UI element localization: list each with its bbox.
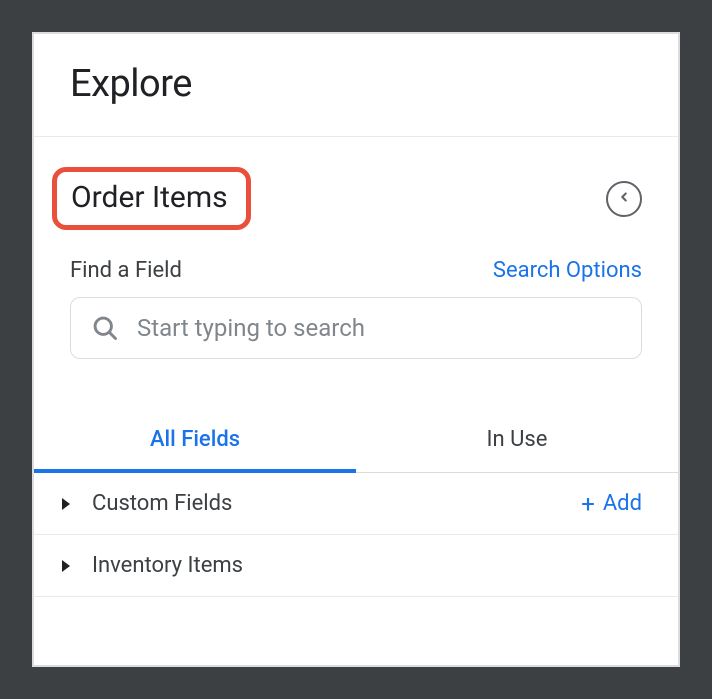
- panel-header: Explore: [34, 34, 678, 137]
- explore-panel: Explore Order Items Find a Field Search …: [32, 32, 680, 667]
- expand-arrow-icon: [62, 560, 70, 572]
- section-header-row: Order Items: [70, 167, 642, 230]
- add-label: Add: [603, 491, 642, 516]
- field-name-label: Custom Fields: [92, 491, 559, 516]
- field-name-label: Inventory Items: [92, 553, 642, 578]
- search-input[interactable]: [137, 314, 621, 342]
- search-box[interactable]: [70, 297, 642, 359]
- field-row-inventory-items[interactable]: Inventory Items: [34, 535, 678, 597]
- collapse-button[interactable]: [606, 181, 642, 217]
- page-title: Explore: [70, 62, 642, 106]
- field-row-custom-fields[interactable]: Custom Fields + Add: [34, 473, 678, 535]
- chevron-left-icon: [617, 190, 631, 207]
- search-labels: Find a Field Search Options: [70, 258, 642, 283]
- expand-arrow-icon: [62, 498, 70, 510]
- search-options-link[interactable]: Search Options: [493, 258, 642, 283]
- add-custom-field-link[interactable]: + Add: [581, 491, 642, 516]
- search-icon: [91, 314, 119, 342]
- section-title: Order Items: [71, 180, 228, 215]
- tab-in-use[interactable]: In Use: [356, 409, 678, 472]
- field-tabs: All Fields In Use: [34, 409, 678, 473]
- find-field-label: Find a Field: [70, 258, 182, 283]
- explore-section: Order Items Find a Field Search Options: [34, 137, 678, 379]
- plus-icon: +: [581, 492, 595, 516]
- tab-all-fields[interactable]: All Fields: [34, 409, 356, 472]
- field-list: Custom Fields + Add Inventory Items: [34, 473, 678, 665]
- section-title-highlight: Order Items: [52, 167, 251, 230]
